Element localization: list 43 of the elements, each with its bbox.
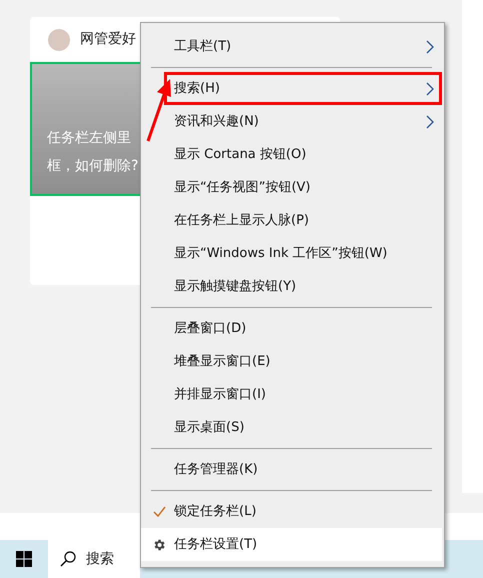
gear-icon [152,538,166,552]
menu-item[interactable]: 搜索(H) [164,72,442,105]
menu-item-label: 资讯和兴趣(N) [174,114,260,130]
menu-item-label: 工具栏(T) [174,38,232,54]
menu-item[interactable]: 并排显示窗口(I) [141,378,442,411]
search-placeholder: 搜索 [86,550,114,568]
menu-item[interactable]: 任务管理器(K) [141,453,442,486]
thumbnail-caption: 任务栏左侧里 [47,129,131,148]
menu-item[interactable]: 显示 Cortana 按钮(O) [141,138,442,171]
menu-item-label: 搜索(H) [174,80,221,96]
thumbnail-caption: 框，如何删除? [47,157,138,176]
chevron-right-icon [426,82,434,96]
annotation-arrow [145,78,173,144]
menu-item-label: 锁定任务栏(L) [174,504,258,520]
menu-item-label: 显示“Windows Ink 工作区”按钮(W) [174,246,388,262]
menu-item-label: 显示桌面(S) [174,420,246,436]
author-name: 网管爱好 [80,30,136,49]
menu-item-label: 显示 Cortana 按钮(O) [174,146,308,162]
menu-item-label: 并排显示窗口(I) [174,386,267,402]
menu-item[interactable]: 资讯和兴趣(N) [141,105,442,138]
chevron-right-icon [426,114,434,128]
menu-item[interactable]: 层叠窗口(D) [141,312,442,345]
menu-item[interactable]: 堆叠显示窗口(E) [141,345,442,378]
menu-item[interactable]: 锁定任务栏(L) [141,495,442,528]
menu-item[interactable]: 工具栏(T) [141,30,442,63]
menu-item-label: 在任务栏上显示人脉(P) [174,212,310,228]
menu-item[interactable]: 显示“Windows Ink 工作区”按钮(W) [141,237,442,270]
windows-logo-icon [16,551,32,567]
menu-item[interactable]: 显示“任务视图”按钮(V) [141,171,442,204]
taskbar-search-field[interactable]: 搜索 [48,540,140,578]
menu-item-label: 显示触摸键盘按钮(Y) [174,278,298,294]
menu-item-label: 堆叠显示窗口(E) [174,354,272,370]
menu-item-label: 层叠窗口(D) [174,320,248,336]
avatar [48,28,70,50]
chevron-right-icon [426,40,434,54]
menu-item-label: 显示“任务视图”按钮(V) [174,180,312,196]
menu-item-label: 任务栏设置(T) [174,536,258,552]
search-icon [60,551,76,567]
menu-item[interactable]: 在任务栏上显示人脉(P) [141,204,442,237]
menu-item[interactable]: 任务栏设置(T) [141,528,442,561]
menu-item[interactable]: 显示触摸键盘按钮(Y) [141,270,442,303]
menu-item[interactable]: 显示桌面(S) [141,411,442,444]
menu-item-label: 任务管理器(K) [174,462,259,478]
